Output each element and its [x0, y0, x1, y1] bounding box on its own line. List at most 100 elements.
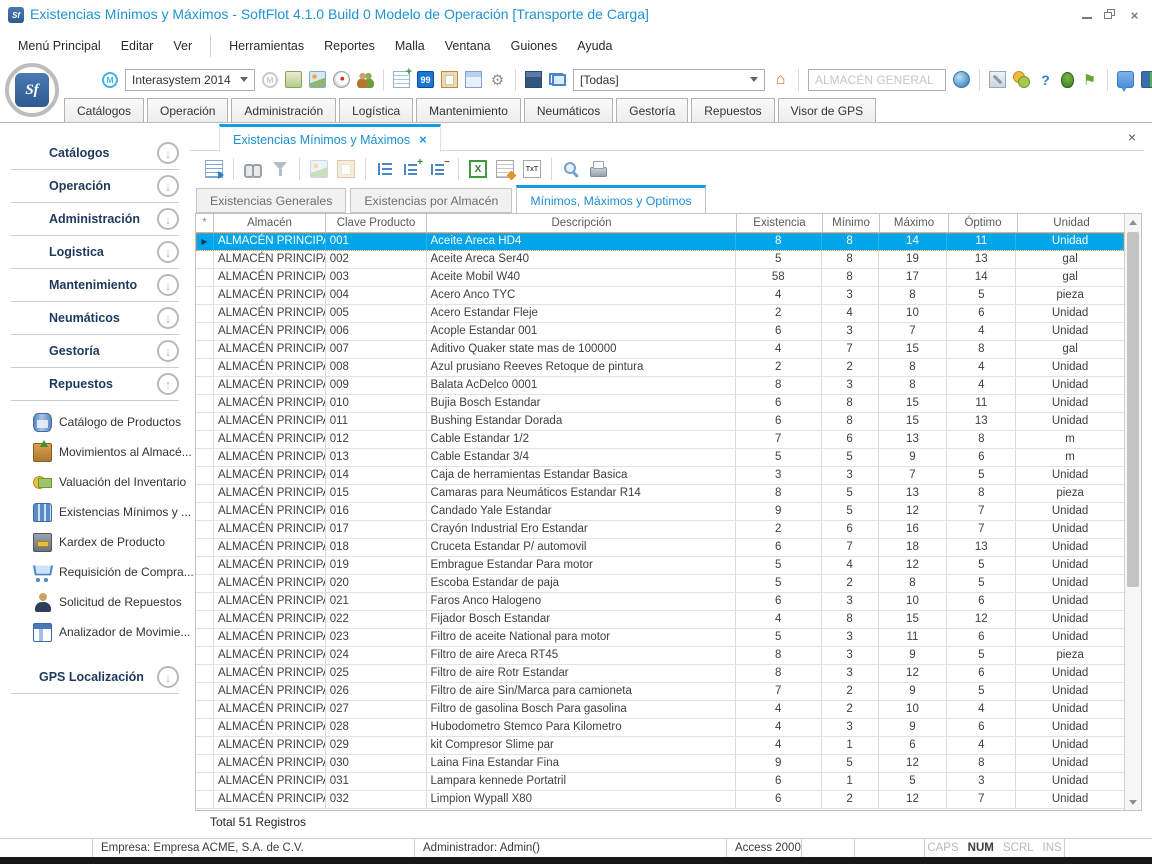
menu-item[interactable]: Ver: [163, 35, 211, 57]
cell-minimo[interactable]: 3: [822, 287, 879, 304]
row-marker[interactable]: [196, 557, 214, 574]
module-tab[interactable]: Mantenimiento: [416, 98, 521, 122]
row-marker[interactable]: [196, 773, 214, 790]
cell-minimo[interactable]: 5: [822, 755, 879, 772]
cell-maximo[interactable]: 16: [879, 521, 948, 538]
table-row[interactable]: ALMACÉN PRINCIPAL015Camaras para Neumáti…: [196, 485, 1124, 503]
help-icon[interactable]: ?: [1037, 71, 1054, 88]
cell-maximo[interactable]: 9: [879, 449, 948, 466]
cell-descripcion[interactable]: Filtro de aire Areca RT45: [427, 647, 736, 664]
exit-icon[interactable]: [1141, 71, 1152, 88]
restore-button[interactable]: [1103, 8, 1118, 22]
cell-optimo[interactable]: 8: [947, 431, 1016, 448]
cell-maximo[interactable]: 8: [879, 575, 948, 592]
scroll-up-icon[interactable]: [1125, 214, 1141, 230]
cell-almacen[interactable]: ALMACÉN PRINCIPAL: [214, 449, 326, 466]
document-tab-close-icon[interactable]: ×: [419, 132, 427, 147]
cell-descripcion[interactable]: Balata AcDelco 0001: [427, 377, 736, 394]
row-marker[interactable]: [196, 629, 214, 646]
cell-descripcion[interactable]: Cable Estandar 3/4: [427, 449, 736, 466]
cell-almacen[interactable]: ALMACÉN PRINCIPAL: [214, 251, 326, 268]
document-tab[interactable]: Existencias Mínimos y Máximos ×: [219, 124, 441, 152]
cell-existencia[interactable]: 6: [736, 395, 822, 412]
cell-clave[interactable]: 007: [326, 341, 427, 358]
cell-minimo[interactable]: 3: [822, 647, 879, 664]
cell-descripcion[interactable]: Azul prusiano Reeves Retoque de pintura: [427, 359, 736, 376]
column-header[interactable]: *: [196, 214, 214, 232]
cell-optimo[interactable]: 5: [947, 557, 1016, 574]
cell-unidad[interactable]: Unidad: [1016, 539, 1124, 556]
cell-descripcion[interactable]: Hubodometro Stemco Para Kilometro: [427, 719, 736, 736]
cell-existencia[interactable]: 5: [736, 575, 822, 592]
subtab[interactable]: Existencias Generales: [196, 188, 346, 213]
image-icon[interactable]: [309, 71, 326, 88]
cell-maximo[interactable]: 12: [879, 755, 948, 772]
cell-almacen[interactable]: ALMACÉN PRINCIPAL: [214, 593, 326, 610]
cell-descripcion[interactable]: Embrague Estandar Para motor: [427, 557, 736, 574]
cell-minimo[interactable]: 3: [822, 629, 879, 646]
section-arrow-icon[interactable]: ↓: [157, 208, 179, 230]
cell-clave[interactable]: 003: [326, 269, 427, 286]
sidebar-section[interactable]: Operación ↓: [11, 170, 179, 203]
tabcontrol-close-icon[interactable]: ×: [1128, 129, 1136, 145]
table-row[interactable]: ALMACÉN PRINCIPAL012Cable Estandar 1/276…: [196, 431, 1124, 449]
cell-maximo[interactable]: 15: [879, 611, 948, 628]
cell-clave[interactable]: 031: [326, 773, 427, 790]
cell-existencia[interactable]: 8: [736, 665, 822, 682]
clipboard-icon[interactable]: [441, 71, 458, 88]
table-row[interactable]: ALMACÉN PRINCIPAL013Cable Estandar 3/455…: [196, 449, 1124, 467]
cell-maximo[interactable]: 13: [879, 485, 948, 502]
cell-almacen[interactable]: ALMACÉN PRINCIPAL: [214, 485, 326, 502]
row-marker[interactable]: [196, 503, 214, 520]
cell-almacen[interactable]: ALMACÉN PRINCIPAL: [214, 233, 326, 250]
cell-unidad[interactable]: Unidad: [1016, 755, 1124, 772]
row-marker[interactable]: [196, 593, 214, 610]
menu-item[interactable]: Ayuda: [567, 35, 622, 57]
home-icon[interactable]: ⌂: [772, 71, 789, 88]
row-marker[interactable]: [196, 521, 214, 538]
cell-descripcion[interactable]: Camaras para Neumáticos Estandar R14: [427, 485, 736, 502]
cell-almacen[interactable]: ALMACÉN PRINCIPAL: [214, 305, 326, 322]
column-header[interactable]: Mínimo: [823, 214, 880, 232]
cell-existencia[interactable]: 5: [736, 629, 822, 646]
print-preview-icon[interactable]: [562, 160, 580, 178]
cell-optimo[interactable]: 5: [947, 575, 1016, 592]
cell-almacen[interactable]: ALMACÉN PRINCIPAL: [214, 395, 326, 412]
section-arrow-icon[interactable]: ↓: [157, 241, 179, 263]
cell-existencia[interactable]: 2: [736, 521, 822, 538]
module-tab[interactable]: Logística: [339, 98, 413, 122]
cell-almacen[interactable]: ALMACÉN PRINCIPAL: [214, 341, 326, 358]
cell-maximo[interactable]: 12: [879, 665, 948, 682]
cell-clave[interactable]: 028: [326, 719, 427, 736]
cell-maximo[interactable]: 8: [879, 377, 948, 394]
menu-item[interactable]: Menú Principal: [8, 35, 111, 57]
table-row[interactable]: ALMACÉN PRINCIPAL020Escoba Estandar de p…: [196, 575, 1124, 593]
cell-maximo[interactable]: 6: [879, 737, 948, 754]
table-row[interactable]: ALMACÉN PRINCIPAL005Acero Estandar Fleje…: [196, 305, 1124, 323]
cell-descripcion[interactable]: Aceite Mobil W40: [427, 269, 736, 286]
cell-unidad[interactable]: gal: [1016, 341, 1124, 358]
cell-existencia[interactable]: 6: [736, 539, 822, 556]
table-row[interactable]: ALMACÉN PRINCIPAL025Filtro de aire Rotr …: [196, 665, 1124, 683]
cell-almacen[interactable]: ALMACÉN PRINCIPAL: [214, 629, 326, 646]
cell-descripcion[interactable]: Aceite Areca HD4: [427, 233, 736, 250]
cell-existencia[interactable]: 4: [736, 287, 822, 304]
export-notes-icon[interactable]: [496, 160, 514, 178]
export-excel-icon[interactable]: X: [469, 160, 487, 178]
cell-clave[interactable]: 021: [326, 593, 427, 610]
cell-clave[interactable]: 026: [326, 683, 427, 700]
row-marker[interactable]: [196, 377, 214, 394]
cell-unidad[interactable]: Unidad: [1016, 629, 1124, 646]
flag-icon[interactable]: ⚑: [1081, 71, 1098, 88]
column-header[interactable]: Máximo: [880, 214, 949, 232]
cell-almacen[interactable]: ALMACÉN PRINCIPAL: [214, 611, 326, 628]
row-marker[interactable]: [196, 665, 214, 682]
cell-descripcion[interactable]: Lampara kennede Portatril: [427, 773, 736, 790]
vertical-scrollbar[interactable]: [1124, 214, 1141, 810]
module-tab[interactable]: Catálogos: [64, 98, 144, 122]
cell-unidad[interactable]: Unidad: [1016, 773, 1124, 790]
cell-minimo[interactable]: 2: [822, 683, 879, 700]
sidebar-item[interactable]: Kardex de Producto: [0, 527, 190, 557]
table-row[interactable]: ALMACÉN PRINCIPAL027Filtro de gasolina B…: [196, 701, 1124, 719]
cell-clave[interactable]: 020: [326, 575, 427, 592]
